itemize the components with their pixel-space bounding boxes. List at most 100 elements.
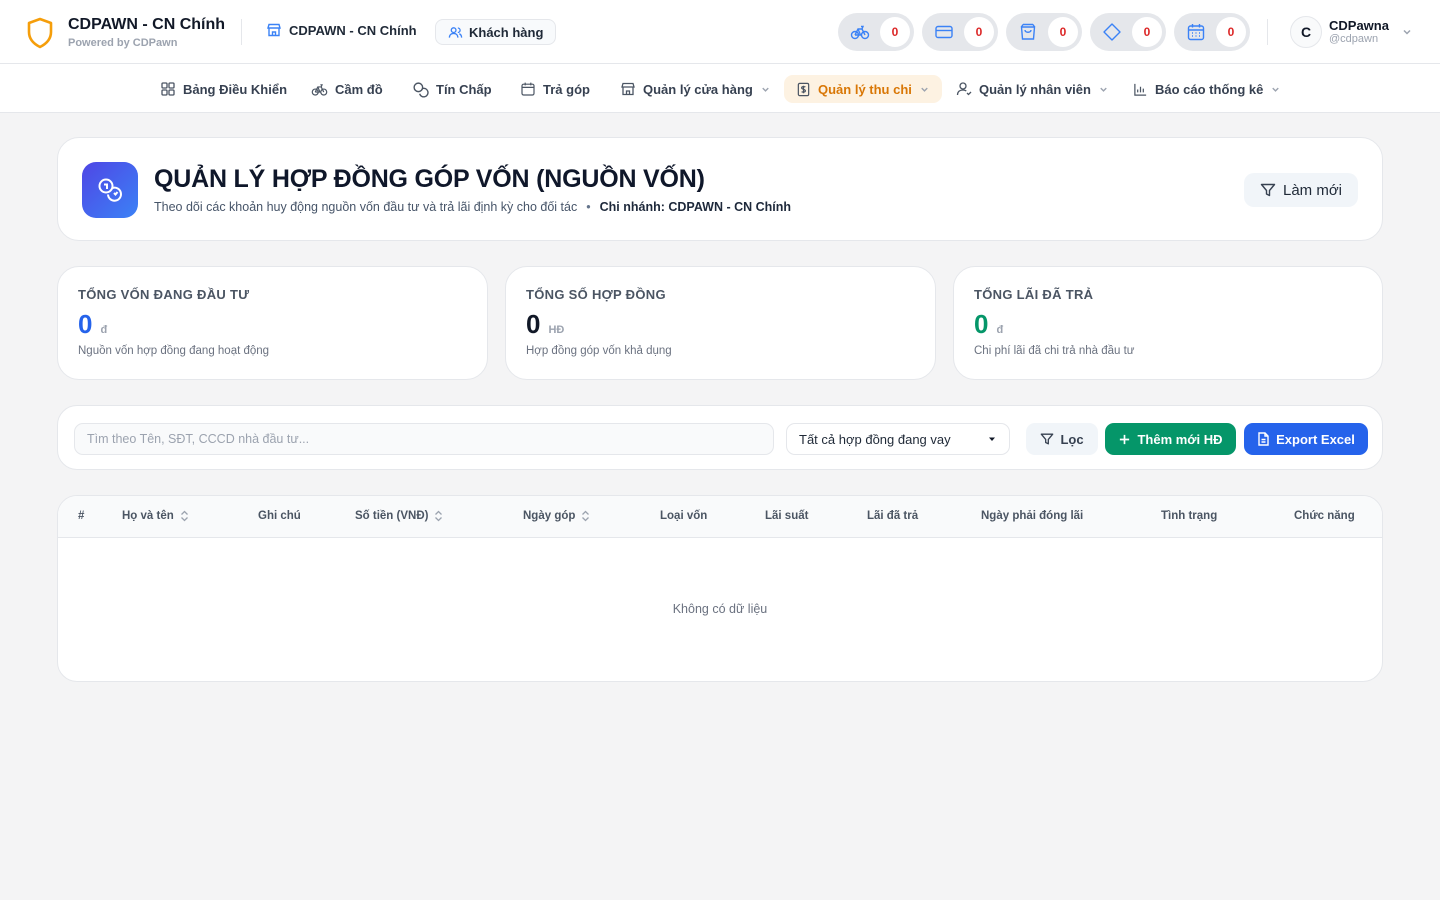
dashboard-icon xyxy=(160,81,176,97)
sort-icon xyxy=(581,510,590,522)
nav-pawn[interactable]: Cầm đồ xyxy=(311,75,383,103)
users-icon xyxy=(448,25,463,40)
filter-icon xyxy=(1040,432,1054,446)
export-excel-button[interactable]: Export Excel xyxy=(1244,423,1368,455)
counter-bag[interactable]: 0 xyxy=(1006,13,1082,51)
sort-icon xyxy=(434,510,443,522)
add-contract-button[interactable]: Thêm mới HĐ xyxy=(1105,423,1236,455)
column-header-name[interactable]: Họ và tên xyxy=(122,510,189,522)
separator-dot: • xyxy=(586,200,591,214)
chevron-down-icon xyxy=(760,84,771,95)
plus-icon xyxy=(1118,433,1131,446)
divider xyxy=(1267,19,1268,45)
chevron-down-icon xyxy=(1401,26,1413,38)
user-menu[interactable]: C CDPawna @cdpawn xyxy=(1290,16,1413,48)
counter-badge: 0 xyxy=(964,17,994,47)
counter-badge: 0 xyxy=(1216,17,1246,47)
page-title: QUẢN LÝ HỢP ĐỒNG GÓP VỐN (NGUỒN VỐN) xyxy=(154,165,705,193)
chevron-down-icon xyxy=(1098,84,1109,95)
diamond-icon xyxy=(1102,22,1122,42)
stat-value: 0 xyxy=(974,309,989,339)
page-subtitle-row: Theo dõi các khoản huy động nguồn vốn đầ… xyxy=(154,200,791,214)
chevron-down-icon xyxy=(919,84,930,95)
store-icon xyxy=(620,81,636,97)
stat-description: Chi phí lãi đã chi trả nhà đầu tư xyxy=(974,345,1135,357)
coins-icon xyxy=(412,81,429,98)
filter-button[interactable]: Lọc xyxy=(1026,423,1098,455)
counter-pawn[interactable]: 0 xyxy=(838,13,914,51)
bag-icon xyxy=(1018,22,1038,42)
nav-label: Cầm đồ xyxy=(335,81,383,97)
column-header-interest-paid: Lãi đã trả xyxy=(867,510,919,522)
nav-income-expense[interactable]: Quản lý thu chi xyxy=(784,75,942,103)
brand[interactable]: CDPAWN - CN Chính Powered by CDPawn xyxy=(26,16,225,50)
column-header-amount[interactable]: Số tiền (VNĐ) xyxy=(355,510,443,522)
nav-installment[interactable]: Trả góp xyxy=(520,75,590,103)
sort-icon xyxy=(180,510,189,522)
filter-bar: Tất cả hợp đồng đang vay Lọc Thêm mới HĐ… xyxy=(57,405,1383,470)
avatar: C xyxy=(1290,16,1322,48)
column-header-due-date: Ngày phải đóng lãi xyxy=(981,510,1084,522)
stat-description: Nguồn vốn hợp đồng đang hoạt động xyxy=(78,345,270,357)
branch-label: CDPAWN - CN Chính xyxy=(289,22,417,38)
nav-reports[interactable]: Báo cáo thống kê xyxy=(1133,75,1281,103)
brand-subtitle: Powered by CDPawn xyxy=(68,37,178,49)
stat-unit: HĐ xyxy=(548,324,565,336)
column-header-capital-type: Loại vốn xyxy=(660,510,708,522)
nav-unsecured-loan[interactable]: Tín Chấp xyxy=(412,75,492,103)
coins-icon xyxy=(82,162,138,218)
refresh-button[interactable]: Làm mới xyxy=(1243,173,1358,207)
counter-calendar[interactable]: 0 xyxy=(1174,13,1250,51)
column-header-index: # xyxy=(78,510,85,522)
nav-dashboard[interactable]: Bảng Điều Khiển xyxy=(160,75,287,103)
stat-card-total-capital: TỔNG VỐN ĐANG ĐẦU TƯ 0 đ Nguồn vốn hợp đ… xyxy=(57,266,488,380)
counter-badge: 0 xyxy=(1048,17,1078,47)
divider xyxy=(241,19,242,45)
nav-label: Quản lý cửa hàng xyxy=(643,81,753,97)
chevron-down-icon xyxy=(1270,84,1281,95)
counter-credit[interactable]: 0 xyxy=(922,13,998,51)
counter-badge: 0 xyxy=(880,17,910,47)
nav-label: Quản lý nhân viên xyxy=(979,81,1091,97)
calendar-icon xyxy=(520,81,536,97)
add-contract-button-label: Thêm mới HĐ xyxy=(1137,431,1223,447)
filter-button-label: Lọc xyxy=(1060,431,1084,447)
page-subtitle: Theo dõi các khoản huy động nguồn vốn đầ… xyxy=(154,200,578,214)
table-header: # Họ và tên Ghi chú Số tiền (VNĐ) Ngày g… xyxy=(58,496,1382,538)
file-icon xyxy=(1257,432,1270,446)
status-select-value: Tất cả hợp đồng đang vay xyxy=(799,431,951,447)
customers-button[interactable]: Khách hàng xyxy=(435,19,557,45)
branch-info: Chi nhánh: CDPAWN - CN Chính xyxy=(599,200,792,214)
column-header-actions: Chức năng xyxy=(1294,510,1355,522)
stat-label: TỔNG VỐN ĐANG ĐẦU TƯ xyxy=(78,287,250,302)
column-header-date[interactable]: Ngày góp xyxy=(523,510,590,522)
counter-diamond[interactable]: 0 xyxy=(1090,13,1166,51)
empty-state: Không có dữ liệu xyxy=(672,602,768,616)
store-icon xyxy=(266,22,282,38)
bicycle-icon xyxy=(850,22,870,42)
stat-label: TỔNG LÃI ĐÃ TRẢ xyxy=(974,287,1094,302)
stat-value: 0 xyxy=(526,309,541,339)
stat-unit: đ xyxy=(996,324,1004,336)
status-select[interactable]: Tất cả hợp đồng đang vay xyxy=(786,423,1010,455)
receipt-icon xyxy=(796,82,811,97)
stat-card-interest-paid: TỔNG LÃI ĐÃ TRẢ 0 đ Chi phí lãi đã chi t… xyxy=(953,266,1383,380)
search-input[interactable] xyxy=(74,423,774,455)
top-bar: CDPAWN - CN Chính Powered by CDPawn CDPA… xyxy=(0,0,1440,64)
nav-label: Quản lý thu chi xyxy=(818,81,912,97)
nav-label: Trả góp xyxy=(543,81,590,97)
brand-title: CDPAWN - CN Chính xyxy=(68,16,226,33)
user-handle: @cdpawn xyxy=(1329,33,1379,45)
column-header-status: Tình trạng xyxy=(1161,510,1218,522)
user-name: CDPawna xyxy=(1329,18,1389,33)
nav-staff-management[interactable]: Quản lý nhân viên xyxy=(956,75,1109,103)
nav-store-management[interactable]: Quản lý cửa hàng xyxy=(620,75,771,103)
branch-selector[interactable]: CDPAWN - CN Chính xyxy=(266,22,417,38)
stat-description: Hợp đồng góp vốn khả dụng xyxy=(526,345,672,357)
filter-icon xyxy=(1260,182,1276,198)
customers-button-label: Khách hàng xyxy=(469,24,544,40)
export-excel-button-label: Export Excel xyxy=(1276,431,1355,447)
contracts-table: # Họ và tên Ghi chú Số tiền (VNĐ) Ngày g… xyxy=(57,495,1383,682)
bar-chart-icon xyxy=(1133,82,1148,97)
bicycle-icon xyxy=(311,81,328,98)
